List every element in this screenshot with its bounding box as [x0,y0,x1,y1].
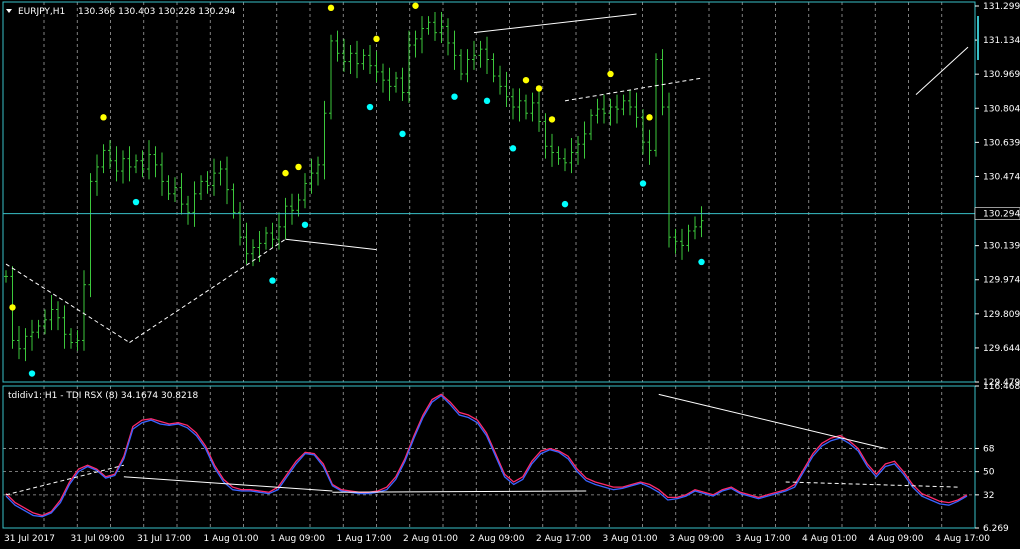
current-price-label: 130.294 [983,210,1020,220]
buy-signal-dot [698,258,705,266]
trading-chart[interactable]: 31 Jul 2017 31 Jul 09:00 31 Jul 17:00 1 Aug… [0,0,1020,549]
indicator-y-tick-label: 68 [983,444,995,454]
sell-signal-dot [607,70,614,78]
x-tick-label: 3 Aug 01:00 [603,534,658,544]
ohlc-values: 130.366 130.403 130.228 130.294 [78,7,236,17]
x-tick-label: 4 Aug 09:00 [869,534,924,544]
sell-signal-dot [327,4,335,12]
x-tick-label: 31 Jul 2017 [4,534,55,544]
y-tick-label: 130.139 [983,242,1020,252]
x-tick-label: 31 Jul 09:00 [71,534,125,544]
sell-signal-dot [9,304,16,311]
indicator-y-tick-label: 50 [983,468,995,478]
sell-signal-dot [522,76,530,84]
buy-signal-dot [301,221,309,228]
buy-signal-dot [483,97,491,105]
sell-signal-dot [282,169,289,177]
sell-signal-dot [548,116,556,123]
indicator-y-tick-label: 6.269 [983,524,1009,534]
sell-signal-dot [646,114,653,121]
x-tick-label: 3 Aug 17:00 [736,534,791,544]
scroll-position-marker [977,16,979,60]
x-tick-label: 2 Aug 17:00 [536,534,591,544]
sell-signal-dot [100,114,107,121]
x-tick-label: 4 Aug 17:00 [935,534,990,544]
buy-signal-dot [399,130,406,138]
buy-signal-dot [561,200,569,208]
x-tick-label: 1 Aug 09:00 [270,534,325,544]
x-tick-label: 4 Aug 01:00 [802,534,857,544]
y-tick-label: 129.974 [983,276,1020,286]
sell-signal-dot [535,85,543,92]
y-tick-label: 130.969 [983,70,1020,80]
y-tick-label: 131.299 [983,2,1020,12]
buy-signal-dot [269,277,276,284]
symbol-label: EURJPY,H1 [18,7,65,17]
buy-signal-dot [132,198,140,206]
y-tick-label: 129.644 [983,344,1020,354]
indicator-y-tick-label: 116.4686 [983,382,1020,392]
buy-signal-dot [509,145,517,152]
sell-signal-dot [295,163,302,171]
buy-signal-dot [639,180,647,187]
y-tick-label: 130.804 [983,104,1020,114]
x-tick-label: 2 Aug 01:00 [403,534,458,544]
x-tick-label: 3 Aug 09:00 [669,534,724,544]
x-tick-label: 2 Aug 09:00 [470,534,525,544]
y-tick-label: 130.639 [983,138,1020,148]
buy-signal-dot [451,93,458,100]
buy-signal-dot [28,370,36,377]
sell-signal-dot [373,35,380,43]
indicator-y-tick-label: 32 [983,491,994,501]
x-tick-label: 31 Jul 17:00 [137,534,191,544]
buy-signal-dot [366,103,374,111]
y-tick-label: 131.134 [983,36,1020,46]
x-tick-label: 1 Aug 01:00 [204,534,259,544]
y-tick-label: 130.474 [983,172,1020,182]
sell-signal-dot [412,2,419,9]
indicator-label: tdidiv1: H1 - TDI RSX (8) 34.1674 30.821… [8,391,198,401]
x-tick-label: 1 Aug 17:00 [337,534,392,544]
y-tick-label: 129.809 [983,310,1020,320]
